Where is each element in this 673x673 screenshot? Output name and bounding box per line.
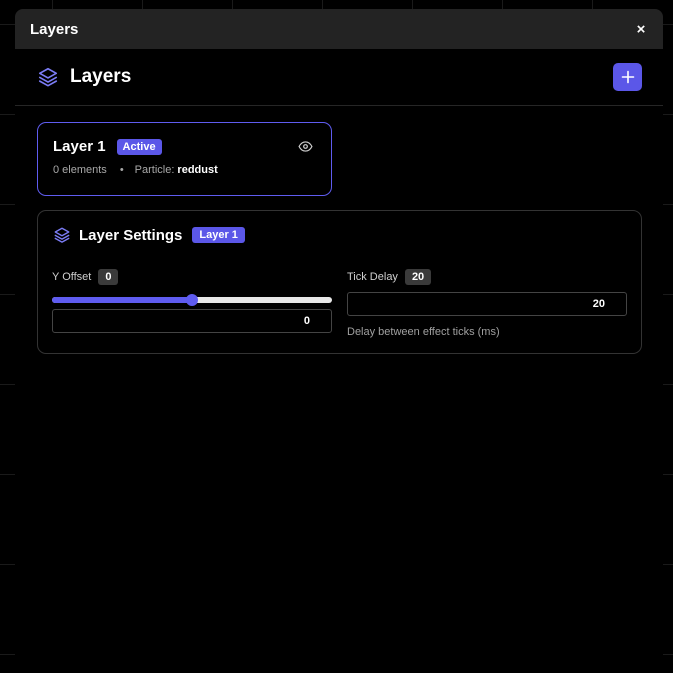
y-offset-slider[interactable] <box>52 293 332 307</box>
separator-dot: • <box>119 164 124 176</box>
y-offset-field: Y Offset 0 0 <box>52 269 332 333</box>
layer-settings-card: Layer Settings Layer 1 Y Offset 0 0 Tick… <box>37 210 642 354</box>
tick-delay-value-badge: 20 <box>404 269 432 285</box>
y-offset-input[interactable]: 0 <box>52 309 332 333</box>
panel-title: Layers <box>70 66 132 87</box>
eye-icon <box>298 141 313 152</box>
tick-delay-input-value: 20 <box>592 298 605 310</box>
tick-delay-hint: Delay between effect ticks (ms) <box>347 326 500 338</box>
add-layer-button[interactable] <box>613 63 642 91</box>
window-title: Layers <box>30 20 79 38</box>
layer-badge: Layer 1 <box>192 227 245 243</box>
layer-name: Layer 1 <box>53 138 106 155</box>
element-count: 0 elements <box>53 164 107 176</box>
visibility-toggle[interactable] <box>298 141 313 152</box>
particle-value: reddust <box>177 164 218 176</box>
slider-fill <box>52 297 192 303</box>
slider-thumb[interactable] <box>186 294 198 306</box>
tick-delay-input[interactable]: 20 <box>347 292 627 316</box>
layers-icon <box>53 226 71 244</box>
close-button[interactable]: × <box>633 20 649 38</box>
panel-header: Layers <box>15 49 663 106</box>
layers-icon <box>37 66 59 88</box>
tick-delay-label: Tick Delay <box>347 271 398 283</box>
y-offset-label: Y Offset <box>52 271 92 283</box>
plus-icon <box>621 70 635 84</box>
layers-window: Layers × Layers Layer 1 Active 0 element… <box>15 9 663 673</box>
status-badge: Active <box>116 138 162 155</box>
settings-title: Layer Settings <box>79 226 183 244</box>
tick-delay-field: Tick Delay 20 20 Delay between effect ti… <box>347 269 627 338</box>
window-titlebar: Layers × <box>15 9 663 49</box>
layer-card[interactable]: Layer 1 Active 0 elements • Particle: re… <box>37 122 332 196</box>
close-icon: × <box>636 20 646 38</box>
y-offset-value-badge: 0 <box>98 269 119 285</box>
particle-label: Particle: <box>134 164 175 176</box>
y-offset-input-value: 0 <box>303 315 310 327</box>
